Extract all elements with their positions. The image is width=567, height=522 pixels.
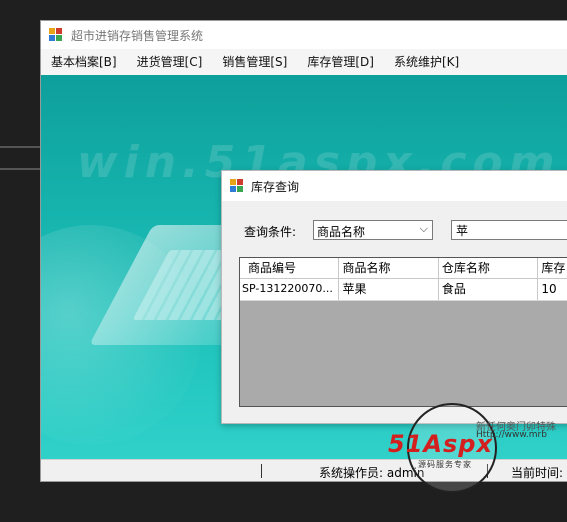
query-text-input[interactable]	[451, 220, 567, 240]
table-cell[interactable]: 苹果	[339, 279, 439, 300]
title-bar[interactable]: 超市进销存销售管理系统	[41, 21, 567, 49]
inventory-table[interactable]: 商品编号 商品名称 仓库名称 库存 SP-131220070... 苹果 食品 …	[239, 257, 567, 407]
column-header[interactable]: 商品编号	[240, 258, 340, 278]
dialog-title-bar[interactable]: 库存查询	[222, 171, 567, 201]
status-operator: 系统操作员: admin	[319, 466, 425, 480]
table-header: 商品编号 商品名称 仓库名称 库存	[240, 258, 567, 279]
menu-purchasing[interactable]: 进货管理[C]	[127, 49, 213, 75]
inventory-query-dialog: 库存查询 查询条件: 商品名称 ⌵ 商品编号 商品名称 仓库名称 库存 SP-1…	[221, 170, 567, 424]
column-header[interactable]: 商品名称	[339, 258, 439, 278]
query-field-select[interactable]: 商品名称 ⌵	[313, 220, 433, 240]
background-stripe	[0, 146, 40, 148]
query-field-value: 商品名称	[317, 225, 366, 239]
menu-system[interactable]: 系统维护[K]	[384, 49, 469, 75]
status-time-label: 当前时间:	[511, 466, 564, 480]
table-cell[interactable]: 食品	[439, 279, 539, 300]
menu-sales[interactable]: 销售管理[S]	[212, 49, 297, 75]
app-icon	[49, 28, 63, 42]
query-condition-label: 查询条件:	[244, 225, 297, 239]
background-stripe	[0, 168, 40, 170]
dialog-icon	[230, 179, 244, 193]
stamp-logo: 51Aspx	[388, 430, 493, 458]
table-cell[interactable]: SP-131220070...	[240, 279, 340, 300]
menu-bar: 基本档案[B] 进货管理[C] 销售管理[S] 库存管理[D] 系统维护[K]	[41, 49, 567, 75]
menu-inventory[interactable]: 库存管理[D]	[297, 49, 384, 75]
dialog-title: 库存查询	[251, 179, 300, 194]
stamp-subtitle: 源码服务专家	[418, 460, 472, 469]
table-cell[interactable]: 10	[538, 279, 567, 300]
stamp-brand: 51Aspx	[388, 430, 493, 458]
window-title: 超市进销存销售管理系统	[71, 28, 204, 43]
menu-basic-files[interactable]: 基本档案[B]	[41, 49, 127, 75]
table-row[interactable]: SP-131220070... 苹果 食品 10	[240, 279, 567, 301]
column-header[interactable]: 库存	[538, 258, 567, 278]
column-header[interactable]: 仓库名称	[439, 258, 539, 278]
chevron-down-icon: ⌵	[419, 222, 428, 235]
status-separator	[261, 464, 262, 478]
